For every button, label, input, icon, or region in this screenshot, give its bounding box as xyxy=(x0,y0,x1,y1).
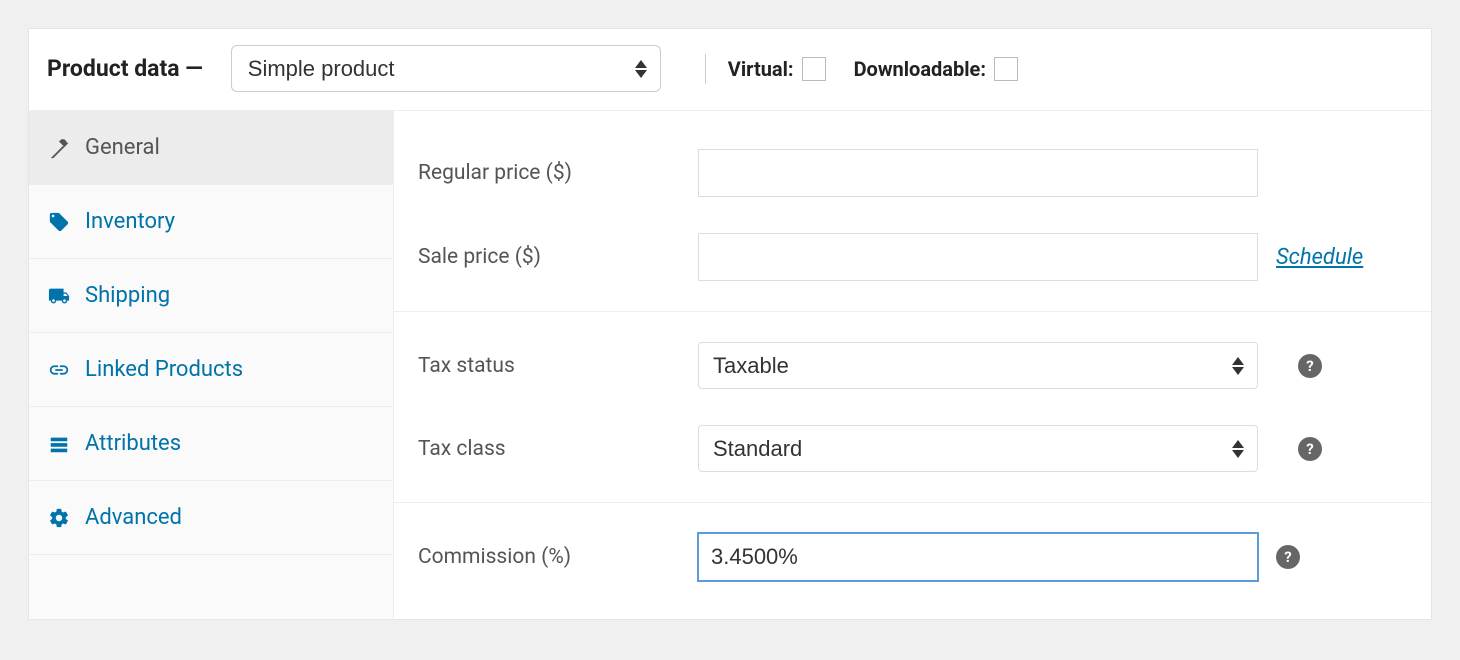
downloadable-field: Downloadable: xyxy=(854,57,1018,81)
commission-input[interactable] xyxy=(698,533,1258,581)
product-type-select[interactable]: Simple product xyxy=(231,45,661,92)
tab-linked: Linked Products xyxy=(29,333,393,407)
tab-shipping: Shipping xyxy=(29,259,393,333)
panel-title: Product data — xyxy=(47,55,203,82)
virtual-label: Virtual: xyxy=(728,57,794,81)
tab-shipping-link[interactable]: Shipping xyxy=(29,259,393,332)
commission-row: Commission (%) ? xyxy=(394,515,1431,599)
regular-price-label: Regular price ($) xyxy=(418,161,698,185)
tax-status-help-icon[interactable]: ? xyxy=(1298,354,1322,378)
tab-inventory-link[interactable]: Inventory xyxy=(29,185,393,258)
tax-class-select[interactable]: Standard xyxy=(698,425,1258,472)
commission-help-icon[interactable]: ? xyxy=(1276,545,1300,569)
tab-attributes-link[interactable]: Attributes xyxy=(29,407,393,480)
schedule-link[interactable]: Schedule xyxy=(1276,245,1363,270)
tab-general: General xyxy=(29,111,393,185)
tab-shipping-label: Shipping xyxy=(85,283,170,308)
tax-class-help-icon[interactable]: ? xyxy=(1298,437,1322,461)
tab-inventory: Inventory xyxy=(29,185,393,259)
list-icon xyxy=(47,432,71,456)
gear-icon xyxy=(47,506,71,530)
general-tab-content: Regular price ($) Sale price ($) Schedul… xyxy=(394,111,1431,619)
virtual-checkbox[interactable] xyxy=(802,57,826,81)
link-icon xyxy=(47,358,71,382)
downloadable-label: Downloadable: xyxy=(854,57,986,81)
tab-advanced-link[interactable]: Advanced xyxy=(29,481,393,554)
sale-price-label: Sale price ($) xyxy=(418,245,698,269)
tab-general-label: General xyxy=(85,135,160,160)
tab-general-link[interactable]: General xyxy=(29,111,393,184)
truck-icon xyxy=(47,284,71,308)
header-separator xyxy=(705,54,706,84)
tax-status-row: Tax status Taxable ? xyxy=(394,324,1431,407)
tab-attributes: Attributes xyxy=(29,407,393,481)
panel-body: General Inventory Shipping xyxy=(29,111,1431,619)
tab-advanced: Advanced xyxy=(29,481,393,555)
tab-advanced-label: Advanced xyxy=(85,505,182,530)
virtual-field: Virtual: xyxy=(728,57,826,81)
tax-group: Tax status Taxable ? xyxy=(394,312,1431,503)
tax-status-label: Tax status xyxy=(418,354,698,378)
tag-icon xyxy=(47,210,71,234)
regular-price-row: Regular price ($) xyxy=(394,131,1431,215)
downloadable-checkbox[interactable] xyxy=(994,57,1018,81)
product-type-select-wrap: Simple product xyxy=(231,45,661,92)
product-data-header: Product data — Simple product Virtual: D… xyxy=(29,29,1431,111)
product-data-tabs: General Inventory Shipping xyxy=(29,111,394,619)
wrench-icon xyxy=(47,136,71,160)
tax-class-row: Tax class Standard ? xyxy=(394,407,1431,490)
tax-status-select[interactable]: Taxable xyxy=(698,342,1258,389)
commission-group: Commission (%) ? xyxy=(394,503,1431,611)
tab-inventory-label: Inventory xyxy=(85,209,175,234)
sale-price-row: Sale price ($) Schedule xyxy=(394,215,1431,299)
tab-linked-link[interactable]: Linked Products xyxy=(29,333,393,406)
product-data-panel: Product data — Simple product Virtual: D… xyxy=(28,28,1432,620)
price-group: Regular price ($) Sale price ($) Schedul… xyxy=(394,119,1431,312)
tab-linked-label: Linked Products xyxy=(85,357,243,382)
sale-price-input[interactable] xyxy=(698,233,1258,281)
regular-price-input[interactable] xyxy=(698,149,1258,197)
tab-attributes-label: Attributes xyxy=(85,431,181,456)
tax-class-label: Tax class xyxy=(418,437,698,461)
commission-label: Commission (%) xyxy=(418,545,698,569)
